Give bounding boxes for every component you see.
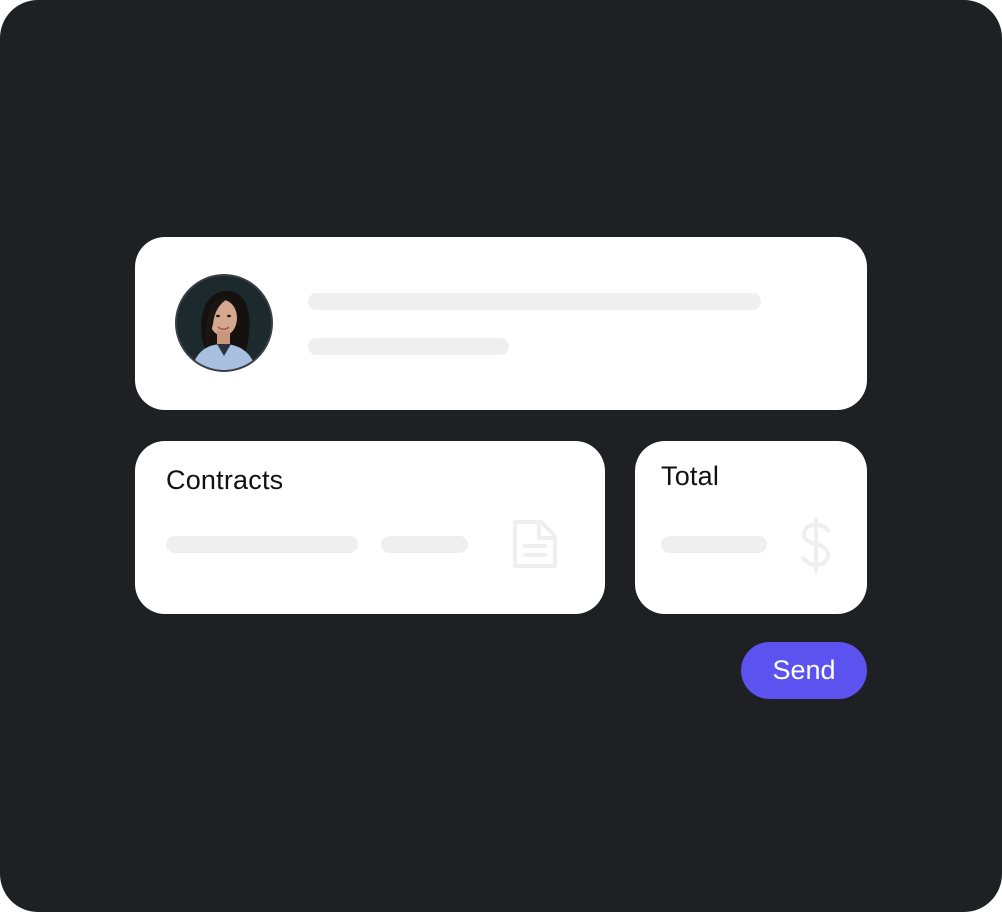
contracts-title: Contracts (166, 465, 284, 495)
send-button[interactable]: Send (741, 642, 867, 699)
app-frame: Contracts Total Send (0, 0, 1002, 912)
total-card[interactable]: Total (635, 441, 867, 614)
avatar (175, 274, 273, 372)
dollar-icon (801, 517, 831, 573)
profile-card (135, 237, 867, 410)
total-value-placeholder (661, 536, 767, 553)
contracts-card[interactable]: Contracts (135, 441, 605, 614)
document-icon (513, 520, 557, 568)
avatar-photo (177, 276, 271, 370)
contracts-meta-placeholder (381, 536, 468, 553)
contracts-value-placeholder (166, 536, 358, 553)
profile-subtitle-placeholder (308, 338, 509, 355)
total-title: Total (661, 461, 720, 491)
profile-name-placeholder (308, 293, 761, 310)
